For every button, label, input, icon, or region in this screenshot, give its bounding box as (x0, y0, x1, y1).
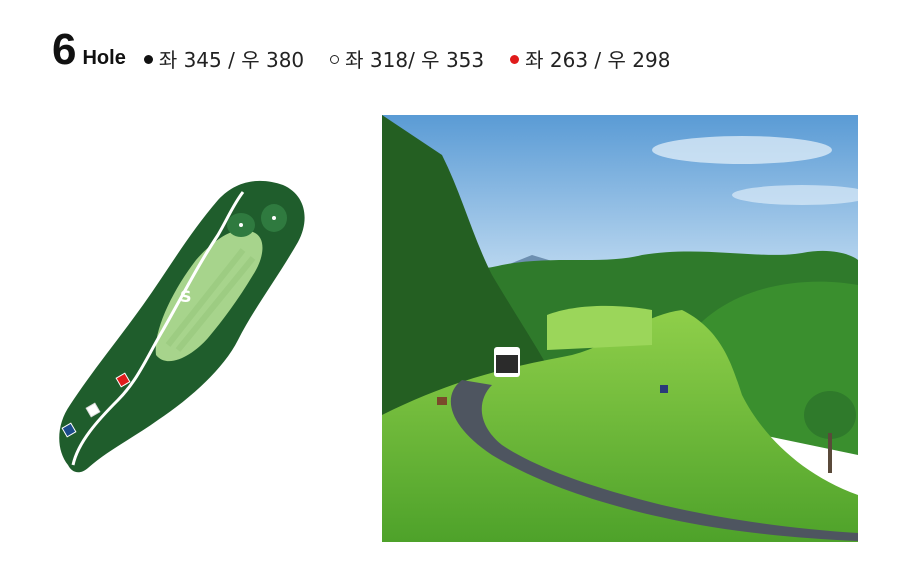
black-dot-icon (143, 55, 153, 64)
hole-map-illustration: S (59, 180, 305, 473)
red-dot-icon (510, 55, 520, 64)
tee-red: 좌 263 / 우 298 (510, 44, 670, 73)
hole-number: 6 (52, 25, 77, 74)
course-photo (382, 115, 858, 542)
tee-white: 좌 318/ 우 353 (330, 44, 484, 73)
hole-map: S (48, 180, 318, 480)
tee-white-distance: 좌 318/ 우 353 (345, 48, 485, 72)
white-dot-icon (330, 55, 340, 64)
hole-label: Hole (82, 47, 126, 69)
course-photo-illustration (382, 115, 858, 542)
tee-black: 좌 345 / 우 380 (143, 44, 305, 73)
tee-black-distance: 좌 345 / 우 380 (158, 48, 305, 72)
hole-header: 6 Hole 좌 345 / 우 380 좌 318/ 우 353 좌 263 … (52, 28, 696, 73)
tee-red-distance: 좌 263 / 우 298 (525, 48, 671, 72)
